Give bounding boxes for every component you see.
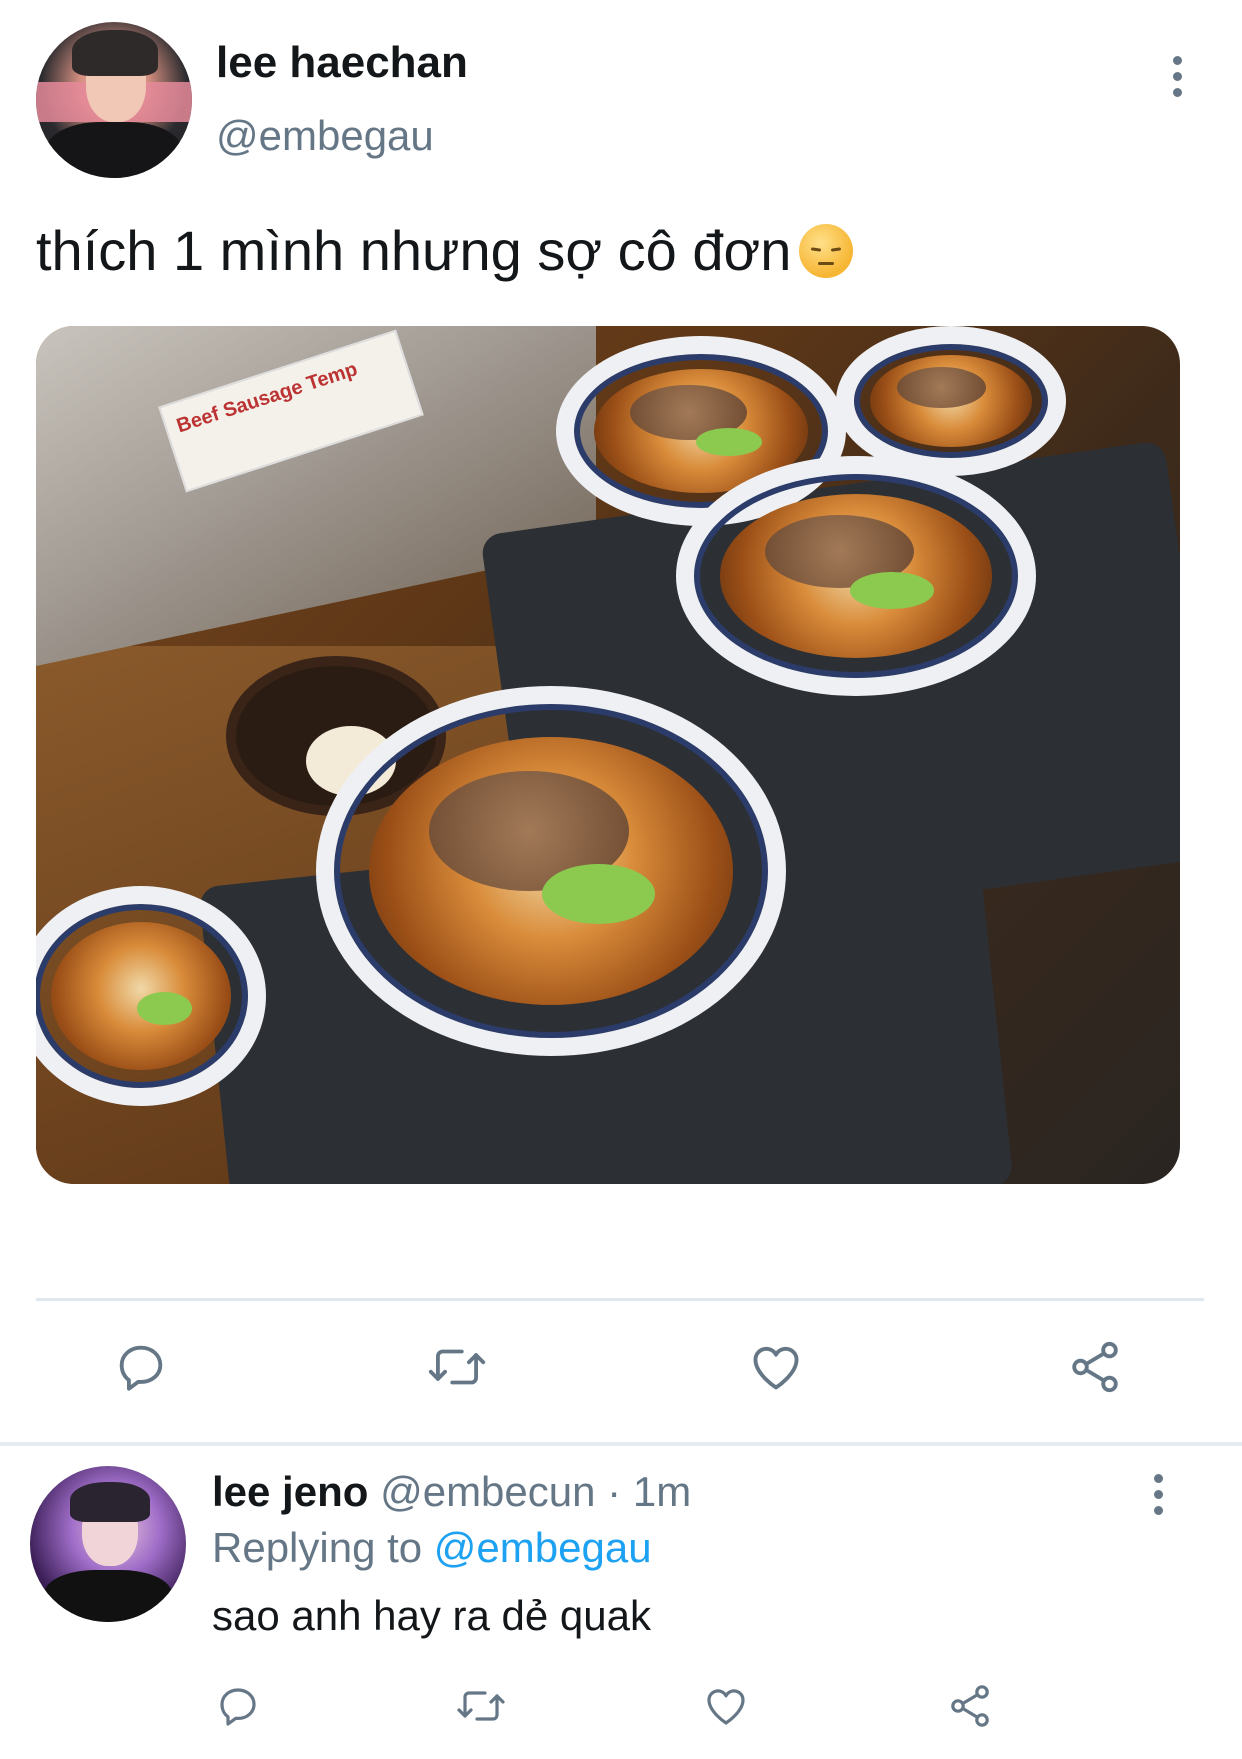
reply-share-icon[interactable] (946, 1682, 994, 1730)
author-name[interactable]: lee haechan (216, 38, 468, 88)
reply-timestamp: 1m (632, 1468, 692, 1515)
reply-icon[interactable] (112, 1338, 170, 1396)
reply-text: sao anh hay ra dẻ quak (212, 1592, 651, 1639)
reply-author-handle[interactable]: @embecun (380, 1468, 595, 1515)
reply-heart-icon[interactable] (701, 1682, 751, 1730)
tweet-actions (0, 1338, 1242, 1402)
replying-to-mention[interactable]: @embegau (434, 1524, 652, 1571)
heart-icon[interactable] (746, 1338, 806, 1396)
pensive-face-icon (799, 224, 854, 278)
main-tweet: lee haechan @embegau thích 1 mình nhưng … (0, 0, 1242, 1444)
divider (36, 1298, 1204, 1301)
reply-author-name[interactable]: lee jeno (212, 1468, 368, 1515)
tweet-text-content: thích 1 mình nhưng sợ cô đơn (36, 219, 792, 282)
reply-author-avatar[interactable] (30, 1466, 186, 1622)
reply-retweet-icon[interactable] (455, 1682, 507, 1730)
reply-more-vertical-icon[interactable] (1154, 1474, 1166, 1522)
reply-separator: · (607, 1468, 622, 1515)
author-handle[interactable]: @embegau (216, 112, 434, 160)
reply-header: lee jeno @embecun · 1m (212, 1468, 691, 1516)
replying-to: Replying to @embegau (212, 1524, 652, 1572)
more-vertical-icon[interactable] (1173, 56, 1185, 104)
retweet-icon[interactable] (426, 1338, 488, 1396)
tweet-photo[interactable]: Beef Sausage Temp (36, 326, 1180, 1184)
reply-reply-icon[interactable] (214, 1682, 262, 1730)
share-icon[interactable] (1066, 1338, 1124, 1396)
author-avatar[interactable] (36, 22, 192, 178)
reply-actions (0, 1682, 1242, 1732)
replying-to-label: Replying to (212, 1524, 423, 1571)
tweet-text: thích 1 mình nhưng sợ cô đơn (36, 218, 854, 283)
